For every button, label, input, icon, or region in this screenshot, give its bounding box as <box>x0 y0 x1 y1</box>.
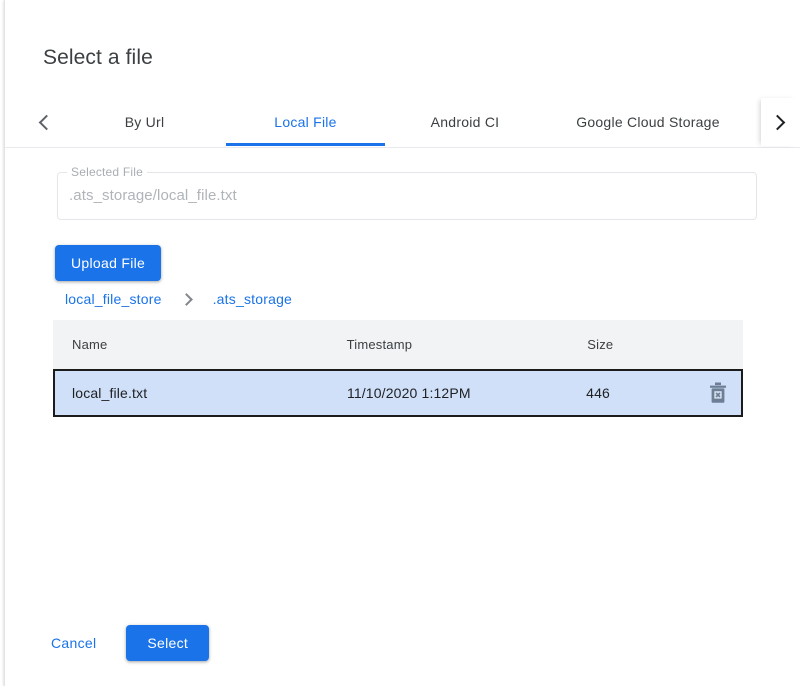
dialog-title: Select a file <box>43 44 153 72</box>
select-file-dialog: Select a file By Url Local File Android … <box>4 0 800 686</box>
tab-scroll-left-button[interactable] <box>27 98 63 146</box>
tab-label: By Url <box>125 114 165 130</box>
tab-google-cloud-storage[interactable]: Google Cloud Storage <box>545 98 751 146</box>
delete-file-button[interactable] <box>704 379 732 407</box>
selected-file-input[interactable]: .ats_storage/local_file.txt <box>69 172 745 220</box>
chevron-left-icon <box>39 114 55 130</box>
chevron-right-icon <box>770 114 786 130</box>
cancel-button[interactable]: Cancel <box>41 625 106 661</box>
breadcrumb-item-ats-storage[interactable]: .ats_storage <box>213 291 292 307</box>
delete-icon <box>708 382 728 404</box>
column-header-name: Name <box>53 337 347 352</box>
breadcrumb-item-local-file-store[interactable]: local_file_store <box>65 291 162 307</box>
cell-timestamp: 11/10/2020 1:12PM <box>347 385 586 401</box>
file-table: Name Timestamp Size local_file.txt 11/10… <box>53 320 743 417</box>
cell-file-name: local_file.txt <box>55 385 347 401</box>
tab-label: Local File <box>274 114 336 130</box>
tab-bar: By Url Local File Android CI Google Clou… <box>5 98 800 148</box>
cell-actions <box>695 379 741 407</box>
column-header-timestamp: Timestamp <box>347 337 588 352</box>
breadcrumb-separator <box>184 295 191 304</box>
upload-file-button[interactable]: Upload File <box>55 245 161 281</box>
select-button[interactable]: Select <box>126 625 209 661</box>
dialog-footer: Cancel Select <box>41 625 209 661</box>
tab-by-url[interactable]: By Url <box>63 98 226 146</box>
column-header-size: Size <box>587 337 697 352</box>
table-header-row: Name Timestamp Size <box>53 320 743 369</box>
cell-size: 446 <box>586 385 695 401</box>
breadcrumb: local_file_store .ats_storage <box>65 289 292 309</box>
tab-label: Android CI <box>431 114 500 130</box>
selected-file-field[interactable]: Selected File .ats_storage/local_file.tx… <box>57 172 757 220</box>
table-row[interactable]: local_file.txt 11/10/2020 1:12PM 446 <box>53 369 743 417</box>
chevron-right-icon <box>180 293 193 306</box>
tab-label: Google Cloud Storage <box>576 114 720 130</box>
tab-list: By Url Local File Android CI Google Clou… <box>63 98 757 146</box>
tab-android-ci[interactable]: Android CI <box>385 98 545 146</box>
tab-scroll-right-button[interactable] <box>761 98 797 146</box>
tab-local-file[interactable]: Local File <box>226 98 385 146</box>
